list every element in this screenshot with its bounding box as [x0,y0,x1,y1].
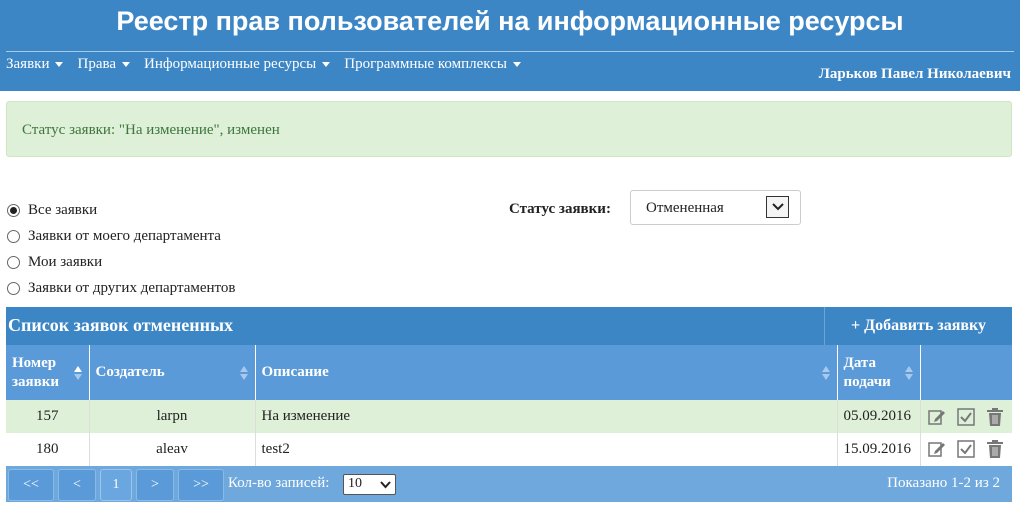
sort-icon[interactable] [239,365,249,381]
edit-icon[interactable] [927,407,947,427]
column-creator-label: Создатель [95,364,165,380]
nav-rights-label: Права [77,56,117,72]
approve-checkbox-icon[interactable] [956,407,976,427]
panel-title: Список заявок отмененных [8,315,234,335]
cell-actions [920,400,1012,433]
request-filter-group: Все заявки Заявки от моего департамента … [7,197,235,301]
records-shown-text: Показано 1-2 из 2 [887,475,1000,491]
radio-checked-icon[interactable] [7,203,20,217]
column-header-number[interactable]: Номер заявки [6,345,90,400]
add-request-button[interactable]: + Добавить заявку [824,307,1012,345]
filter-my-department-label: Заявки от моего департамента [28,227,221,244]
row-actions [921,407,1013,427]
table-row[interactable]: 180 aleav test2 15.09.2016 [6,433,1013,467]
column-header-description[interactable]: Описание [255,345,838,400]
filter-other-departments-label: Заявки от других департаментов [28,279,236,296]
cell-date: 05.09.2016 [837,400,921,433]
caret-down-icon [55,62,64,67]
column-date-label: Дата подачи [843,354,891,390]
status-select[interactable]: Отмененная [630,190,801,225]
filter-all-label: Все заявки [28,201,98,218]
filter-my-requests-label: Мои заявки [28,253,103,270]
filter-all-requests[interactable]: Все заявки [7,197,235,223]
chevron-down-icon[interactable] [766,196,789,218]
cell-number: 180 [6,433,90,467]
caret-down-icon [322,62,331,67]
cell-description: test2 [255,433,838,467]
status-alert: Статус заявки: "На изменение", изменен [6,101,1012,157]
sort-icon[interactable] [821,365,831,381]
column-header-creator[interactable]: Создатель [89,345,256,400]
trash-icon[interactable] [985,439,1005,459]
radio-icon[interactable] [7,229,20,243]
table-footer: << < 1 > >> Кол-во записей: 10 Показано … [6,466,1012,502]
nav-software-menu[interactable]: Программные комплексы [344,56,521,73]
trash-icon[interactable] [985,407,1005,427]
nav-info-resources-label: Информационные ресурсы [144,56,317,72]
filter-my-requests[interactable]: Мои заявки [7,249,235,275]
approve-checkbox-icon[interactable] [956,439,976,459]
chevron-down-icon [380,481,391,489]
app-header: Реестр прав пользователей на информацион… [0,0,1020,91]
per-page-select[interactable]: 10 [343,474,396,495]
current-user-name[interactable]: Ларьков Павел Николаевич [819,66,1011,83]
cell-number: 157 [6,400,90,433]
main-nav: Заявки Права Информационные ресурсы Прог… [6,56,535,73]
nav-rights-menu[interactable]: Права [77,56,131,73]
status-select-value: Отмененная [646,200,724,216]
sort-icon[interactable] [904,365,914,381]
nav-requests-menu[interactable]: Заявки [6,56,64,73]
next-page-button[interactable]: > [136,469,174,501]
edit-icon[interactable] [927,439,947,459]
column-header-date[interactable]: Дата подачи [837,345,921,400]
last-page-button[interactable]: >> [178,469,224,501]
caret-down-icon [512,62,521,67]
radio-icon[interactable] [7,255,20,269]
app-title: Реестр прав пользователей на информацион… [116,6,904,36]
cell-actions [920,433,1013,467]
table-header-row: Номер заявки Создатель Описание Дата под… [6,345,1012,400]
column-header-actions [920,345,1012,400]
row-actions [921,439,1013,459]
cell-date: 15.09.2016 [837,433,921,467]
first-page-button[interactable]: << [8,469,54,501]
current-page-button[interactable]: 1 [100,469,132,501]
nav-software-label: Программные комплексы [344,56,507,72]
cell-creator: aleav [89,433,256,467]
column-description-label: Описание [261,364,329,380]
column-number-label: Номер заявки [12,354,60,390]
cell-description: На изменение [255,400,838,433]
status-filter-label: Статус заявки: [509,201,611,217]
per-page-value: 10 [348,476,362,491]
radio-icon[interactable] [7,281,20,295]
cell-creator: larpn [89,400,256,433]
requests-panel-header: Список заявок отмененных + Добавить заяв… [6,307,1012,345]
prev-page-button[interactable]: < [58,469,96,501]
header-divider [6,51,1014,52]
caret-down-icon [122,62,131,67]
per-page-label: Кол-во записей: [228,475,330,491]
filter-other-departments[interactable]: Заявки от других департаментов [7,275,235,301]
nav-info-resources-menu[interactable]: Информационные ресурсы [144,56,331,73]
filter-my-department[interactable]: Заявки от моего департамента [7,223,235,249]
table-row[interactable]: 157 larpn На изменение 05.09.2016 [6,400,1012,433]
requests-table: Номер заявки Создатель Описание Дата под… [6,345,1012,467]
nav-requests-label: Заявки [6,56,50,72]
sort-asc-icon[interactable] [73,365,83,381]
